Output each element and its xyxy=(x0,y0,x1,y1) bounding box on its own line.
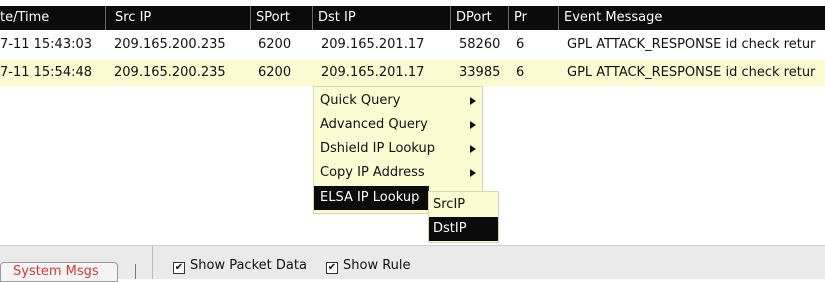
column-header-src-ip[interactable]: Src IP xyxy=(105,6,250,30)
submenu-arrow-icon xyxy=(470,97,476,105)
checkmark-icon[interactable]: ✔ xyxy=(173,262,185,274)
cell-protocol: 6 xyxy=(516,37,525,52)
elsa-submenu: SrcIP DstIP xyxy=(428,191,499,243)
menu-item-copy-ip-address[interactable]: Copy IP Address xyxy=(314,161,482,185)
column-header-protocol[interactable]: Pr xyxy=(508,6,558,30)
column-header-dport[interactable]: DPort xyxy=(450,6,508,30)
menu-item-label: ELSA IP Lookup xyxy=(320,190,420,205)
show-packet-data-checkbox[interactable]: ✔ Show Packet Data xyxy=(173,258,307,274)
cell-protocol: 6 xyxy=(516,65,525,80)
cell-dst-ip: 209.165.201.17 xyxy=(321,65,425,80)
toolbar-divider xyxy=(152,246,153,279)
table-row[interactable]: 7-11 15:43:03 209.165.200.235 6200 209.1… xyxy=(0,32,825,58)
cell-event-message: GPL ATTACK_RESPONSE id check retur xyxy=(567,65,816,80)
column-header-datetime[interactable]: te/Time xyxy=(0,6,105,30)
show-packet-data-label: Show Packet Data xyxy=(190,258,307,273)
bottom-toolbar: System Msgs ✔ Show Packet Data ✔ Show Rule xyxy=(0,245,825,282)
menu-item-label: Dshield IP Lookup xyxy=(320,141,435,156)
menu-item-quick-query[interactable]: Quick Query xyxy=(314,89,482,113)
table-header: te/Time Src IP SPort Dst IP DPort Pr Eve… xyxy=(0,6,825,30)
show-rule-checkbox[interactable]: ✔ Show Rule xyxy=(326,258,411,274)
cell-dport: 33985 xyxy=(459,65,501,80)
column-header-dst-ip[interactable]: Dst IP xyxy=(312,6,450,30)
cell-dst-ip: 209.165.201.17 xyxy=(321,37,425,52)
menu-item-advanced-query[interactable]: Advanced Query xyxy=(314,113,482,137)
tab-divider xyxy=(135,264,136,279)
cell-src-ip: 209.165.200.235 xyxy=(114,65,226,80)
menu-item-elsa-ip-lookup[interactable]: ELSA IP Lookup xyxy=(314,186,429,210)
cell-event-message: GPL ATTACK_RESPONSE id check retur xyxy=(567,37,816,52)
submenu-item-dstip[interactable]: DstIP xyxy=(429,217,498,241)
cell-datetime: 7-11 15:54:48 xyxy=(0,65,93,80)
submenu-item-srcip[interactable]: SrcIP xyxy=(429,193,498,217)
menu-item-dshield-ip-lookup[interactable]: Dshield IP Lookup xyxy=(314,137,482,161)
column-header-event-message[interactable]: Event Message xyxy=(558,6,825,30)
cell-datetime: 7-11 15:43:03 xyxy=(0,37,93,52)
cell-sport: 6200 xyxy=(258,65,292,80)
submenu-arrow-icon xyxy=(470,145,476,153)
menu-item-label: Quick Query xyxy=(320,93,401,108)
tab-system-msgs[interactable]: System Msgs xyxy=(0,262,118,282)
menu-item-label: Advanced Query xyxy=(320,117,428,132)
table-row-selected[interactable]: 7-11 15:54:48 209.165.200.235 6200 209.1… xyxy=(0,60,825,86)
menu-item-label: Copy IP Address xyxy=(320,165,425,180)
cell-sport: 6200 xyxy=(258,37,292,52)
cell-dport: 58260 xyxy=(459,37,501,52)
column-header-sport[interactable]: SPort xyxy=(250,6,312,30)
cell-src-ip: 209.165.200.235 xyxy=(114,37,226,52)
show-rule-label: Show Rule xyxy=(343,258,411,273)
submenu-arrow-icon xyxy=(470,169,476,177)
checkmark-icon[interactable]: ✔ xyxy=(326,262,338,274)
submenu-arrow-icon xyxy=(470,121,476,129)
